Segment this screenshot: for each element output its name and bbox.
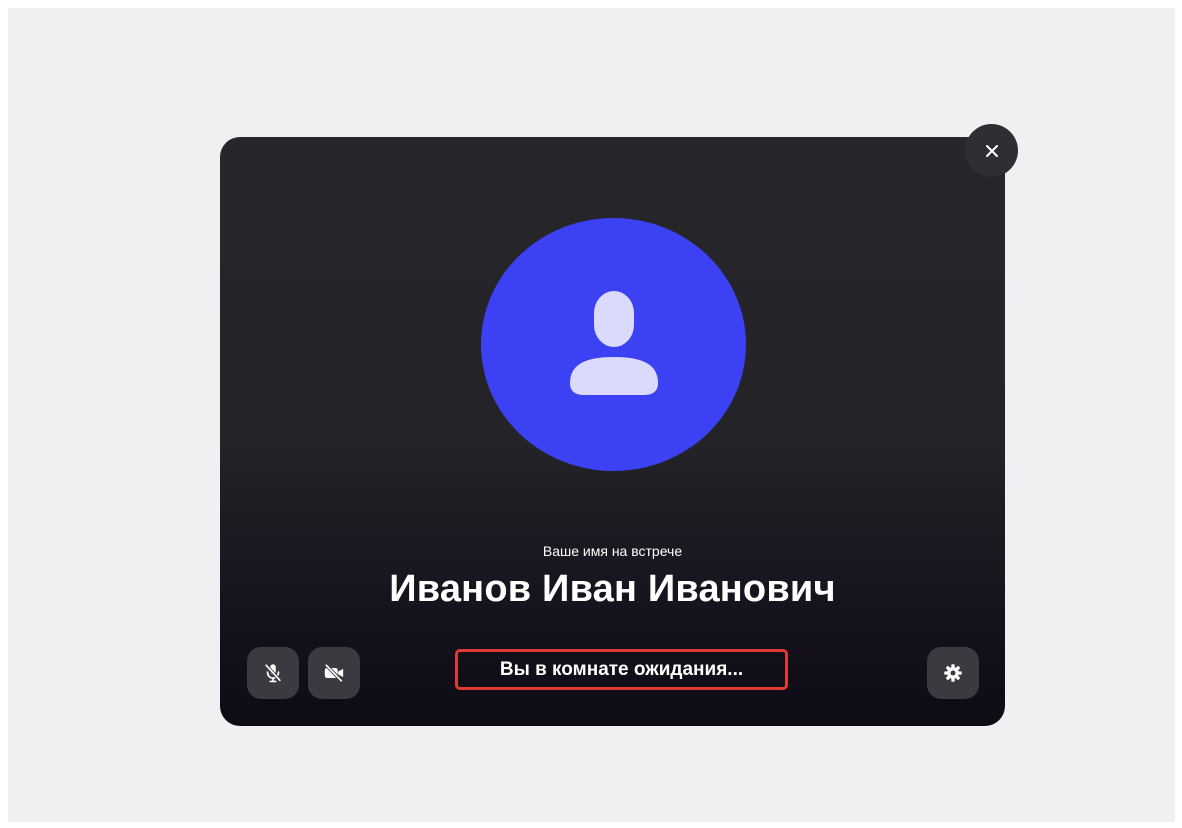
waiting-status-highlight: Вы в комнате ожидания...: [455, 649, 788, 690]
close-button[interactable]: [965, 124, 1018, 177]
gear-icon: [944, 664, 962, 682]
avatar: [481, 218, 746, 471]
microphone-toggle-button[interactable]: [247, 647, 299, 699]
camera-off-icon: [324, 663, 344, 683]
user-name: Иванов Иван Иванович: [389, 568, 836, 610]
user-silhouette-icon: [569, 290, 658, 395]
name-caption: Ваше имя на встрече: [542, 543, 683, 559]
close-icon: [985, 144, 998, 157]
waiting-room-card: Ваше имя на встрече Иванов Иван Иванович…: [220, 137, 1005, 726]
microphone-off-icon: [264, 663, 282, 683]
camera-toggle-button[interactable]: [308, 647, 360, 699]
waiting-status-text: Вы в комнате ожидания...: [499, 658, 744, 680]
settings-button[interactable]: [927, 647, 979, 699]
